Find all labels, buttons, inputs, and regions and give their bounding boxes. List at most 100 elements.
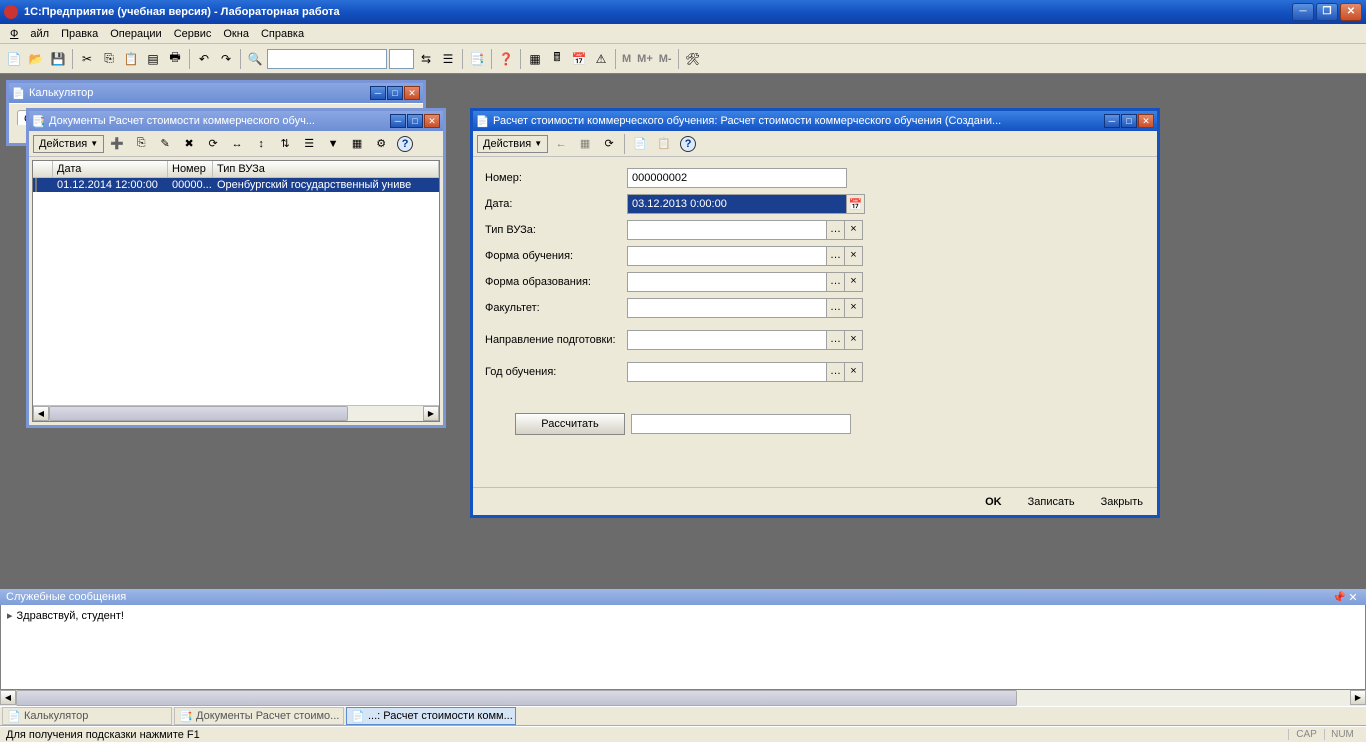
calendar-icon[interactable]: 📅 — [569, 49, 589, 69]
direction-select-button[interactable]: … — [827, 330, 845, 350]
menu-file[interactable]: Файл — [4, 26, 55, 42]
calc-icon[interactable]: 🖩 — [547, 49, 567, 69]
calc-max-button[interactable]: □ — [387, 86, 403, 100]
form-nav1-icon[interactable]: ← — [550, 133, 572, 155]
help-tool-icon[interactable]: ❓ — [496, 49, 516, 69]
sel-icon[interactable]: ▦ — [346, 133, 368, 155]
date-field[interactable]: 03.12.2013 0:00:00 — [627, 194, 847, 214]
nav-icon[interactable]: ⇆ — [416, 49, 436, 69]
messages-pin-button[interactable]: 📌 — [1332, 591, 1346, 604]
form-cfg2-icon[interactable]: 📋 — [653, 133, 675, 155]
vuz-select-button[interactable]: … — [827, 220, 845, 240]
vuz-field[interactable] — [627, 220, 827, 240]
mminus-label[interactable]: M- — [657, 53, 674, 65]
formedu-field[interactable] — [627, 272, 827, 292]
calculate-button[interactable]: Рассчитать — [515, 413, 625, 435]
calc-min-button[interactable]: ─ — [370, 86, 386, 100]
redo-icon[interactable]: ↷ — [216, 49, 236, 69]
search-small-input[interactable] — [389, 49, 414, 69]
close-button[interactable]: ✕ — [1340, 3, 1362, 21]
cfg-icon[interactable]: ⚙ — [370, 133, 392, 155]
open-icon[interactable]: 📂 — [26, 49, 46, 69]
messages-body[interactable]: ▸Здравствуй, студент! — [0, 605, 1366, 690]
new-doc-icon[interactable]: 📄 — [4, 49, 24, 69]
menu-operations[interactable]: Операции — [104, 26, 167, 42]
list-icon[interactable]: ▤ — [143, 49, 163, 69]
list-actions-button[interactable]: Действия▼ — [33, 135, 104, 153]
scroll-thumb[interactable] — [49, 406, 348, 421]
menu-windows[interactable]: Окна — [217, 26, 255, 42]
print-icon[interactable]: 🖶 — [165, 49, 185, 69]
find-icon[interactable]: 🔍 — [245, 49, 265, 69]
taskbtn-form[interactable]: 📄 ...: Расчет стоимости комм... — [346, 707, 516, 725]
scroll-right-button[interactable]: ▶ — [423, 406, 439, 421]
msg-scroll-left[interactable]: ◀ — [0, 690, 16, 705]
maximize-button[interactable]: ❐ — [1316, 3, 1338, 21]
list-help-icon[interactable]: ? — [394, 133, 416, 155]
menu-edit[interactable]: Правка — [55, 26, 104, 42]
undo-icon[interactable]: ↶ — [194, 49, 214, 69]
messages-close-button[interactable]: ✕ — [1346, 591, 1360, 604]
form-cfg-icon[interactable]: 📄 — [629, 133, 651, 155]
vuz-clear-button[interactable]: × — [845, 220, 863, 240]
up-icon[interactable]: ↕ — [250, 133, 272, 155]
year-select-button[interactable]: … — [827, 362, 845, 382]
messages-scrollbar[interactable]: ◀ ▶ — [0, 690, 1366, 706]
faculty-clear-button[interactable]: × — [845, 298, 863, 318]
documents-list-window[interactable]: 📑 Документы Расчет стоимости коммерческо… — [26, 108, 446, 428]
faculty-select-button[interactable]: … — [827, 298, 845, 318]
move-icon[interactable]: ↔ — [226, 133, 248, 155]
menu-help[interactable]: Справка — [255, 26, 310, 42]
warn-icon[interactable]: ⚠ — [591, 49, 611, 69]
form-window[interactable]: 📄 Расчет стоимости коммерческого обучени… — [470, 108, 1160, 518]
edit-icon[interactable]: ✎ — [154, 133, 176, 155]
form-max-button[interactable]: □ — [1121, 114, 1137, 128]
form-refresh-icon[interactable]: ⟳ — [598, 133, 620, 155]
direction-field[interactable] — [627, 330, 827, 350]
cut-icon[interactable]: ✂ — [77, 49, 97, 69]
filter2-icon[interactable]: ▼ — [322, 133, 344, 155]
save-button[interactable]: Записать — [1020, 493, 1083, 511]
clipboard-icon[interactable]: 📑 — [467, 49, 487, 69]
year-field[interactable] — [627, 362, 827, 382]
copy2-icon[interactable]: ⎘ — [130, 133, 152, 155]
date-picker-button[interactable]: 📅 — [847, 194, 865, 214]
list-close-button[interactable]: ✕ — [424, 114, 440, 128]
delete-icon[interactable]: ✖ — [178, 133, 200, 155]
table-row[interactable]: 01.12.2014 12:00:00 00000... Оренбургски… — [33, 178, 439, 192]
list-min-button[interactable]: ─ — [390, 114, 406, 128]
save-icon[interactable]: 💾 — [48, 49, 68, 69]
list-max-button[interactable]: □ — [407, 114, 423, 128]
formstudy-field[interactable] — [627, 246, 827, 266]
menu-service[interactable]: Сервис — [168, 26, 218, 42]
minimize-button[interactable]: ─ — [1292, 3, 1314, 21]
taskbtn-calculator[interactable]: 📄 Калькулятор — [2, 707, 172, 725]
scroll-left-button[interactable]: ◀ — [33, 406, 49, 421]
paste-icon[interactable]: 📋 — [121, 49, 141, 69]
m-label[interactable]: M — [620, 53, 633, 65]
mplus-label[interactable]: M+ — [635, 53, 655, 65]
close-form-button[interactable]: Закрыть — [1093, 493, 1151, 511]
formedu-clear-button[interactable]: × — [845, 272, 863, 292]
faculty-field[interactable] — [627, 298, 827, 318]
col-num[interactable]: Номер — [168, 161, 213, 177]
calc-close-button[interactable]: ✕ — [404, 86, 420, 100]
msg-scroll-thumb[interactable] — [16, 690, 1017, 706]
tools-icon[interactable]: 🛠 — [683, 49, 703, 69]
search-input[interactable] — [267, 49, 387, 69]
form-help-icon[interactable]: ? — [677, 133, 699, 155]
calc-result-field[interactable] — [631, 414, 851, 434]
list-grid[interactable]: Дата Номер Тип ВУЗа 01.12.2014 12:00:00 … — [32, 160, 440, 422]
form-nav2-icon[interactable]: ▦ — [574, 133, 596, 155]
formstudy-select-button[interactable]: … — [827, 246, 845, 266]
direction-clear-button[interactable]: × — [845, 330, 863, 350]
col-icon[interactable] — [33, 161, 53, 177]
form-actions-button[interactable]: Действия▼ — [477, 135, 548, 153]
col-date[interactable]: Дата — [53, 161, 168, 177]
col-type[interactable]: Тип ВУЗа — [213, 161, 439, 177]
formstudy-clear-button[interactable]: × — [845, 246, 863, 266]
ok-button[interactable]: OK — [977, 493, 1010, 511]
msg-scroll-right[interactable]: ▶ — [1350, 690, 1366, 705]
grid-icon[interactable]: ▦ — [525, 49, 545, 69]
formedu-select-button[interactable]: … — [827, 272, 845, 292]
